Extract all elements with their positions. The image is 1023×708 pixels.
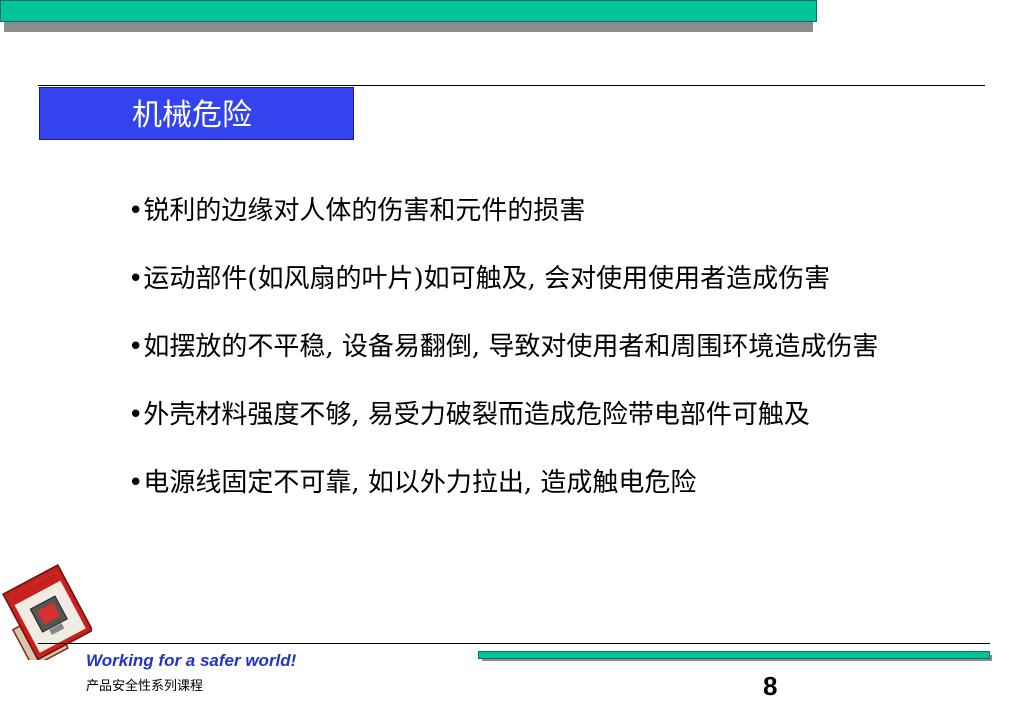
page-number: 8 [763, 671, 778, 701]
bullet-text: 外壳材料强度不够, 易受力破裂而造成危险带电部件可触及 [143, 400, 810, 430]
course-name: 产品安全性系列课程 [86, 679, 204, 694]
bullet-dot: • [128, 400, 144, 430]
slide-title: 机械危险 [132, 98, 252, 133]
bullet-dot: • [128, 468, 144, 498]
footer-tagline: Working for a safer world! [86, 651, 297, 670]
bottom-accent-bar [478, 651, 990, 659]
bullet-dot: • [128, 196, 144, 226]
bullet-item: •运动部件(如风扇的叶片)如可触及, 会对使用使用者造成伤害 [128, 262, 908, 296]
bullet-text: 运动部件(如风扇的叶片)如可触及, 会对使用使用者造成伤害 [143, 264, 831, 294]
operation-manual-icon [2, 564, 92, 660]
bullet-item: •电源线固定不可靠, 如以外力拉出, 造成触电危险 [128, 466, 908, 500]
bullet-dot: • [128, 264, 144, 294]
bullet-text: 如摆放的不平稳, 设备易翻倒, 导致对使用者和周围环境造成伤害 [143, 332, 879, 362]
header-divider [38, 85, 985, 86]
bullet-text: 锐利的边缘对人体的伤害和元件的损害 [143, 196, 586, 226]
bullet-dot: • [128, 332, 144, 362]
bullet-item: •外壳材料强度不够, 易受力破裂而造成危险带电部件可触及 [128, 398, 908, 432]
footer-divider [38, 643, 990, 644]
bullet-text: 电源线固定不可靠, 如以外力拉出, 造成触电危险 [143, 468, 697, 498]
bullet-item: •锐利的边缘对人体的伤害和元件的损害 [128, 194, 908, 228]
bullet-item: •如摆放的不平稳, 设备易翻倒, 导致对使用者和周围环境造成伤害 [128, 330, 908, 364]
top-accent-bar [0, 0, 817, 22]
bullet-list: •锐利的边缘对人体的伤害和元件的损害 •运动部件(如风扇的叶片)如可触及, 会对… [128, 194, 908, 534]
